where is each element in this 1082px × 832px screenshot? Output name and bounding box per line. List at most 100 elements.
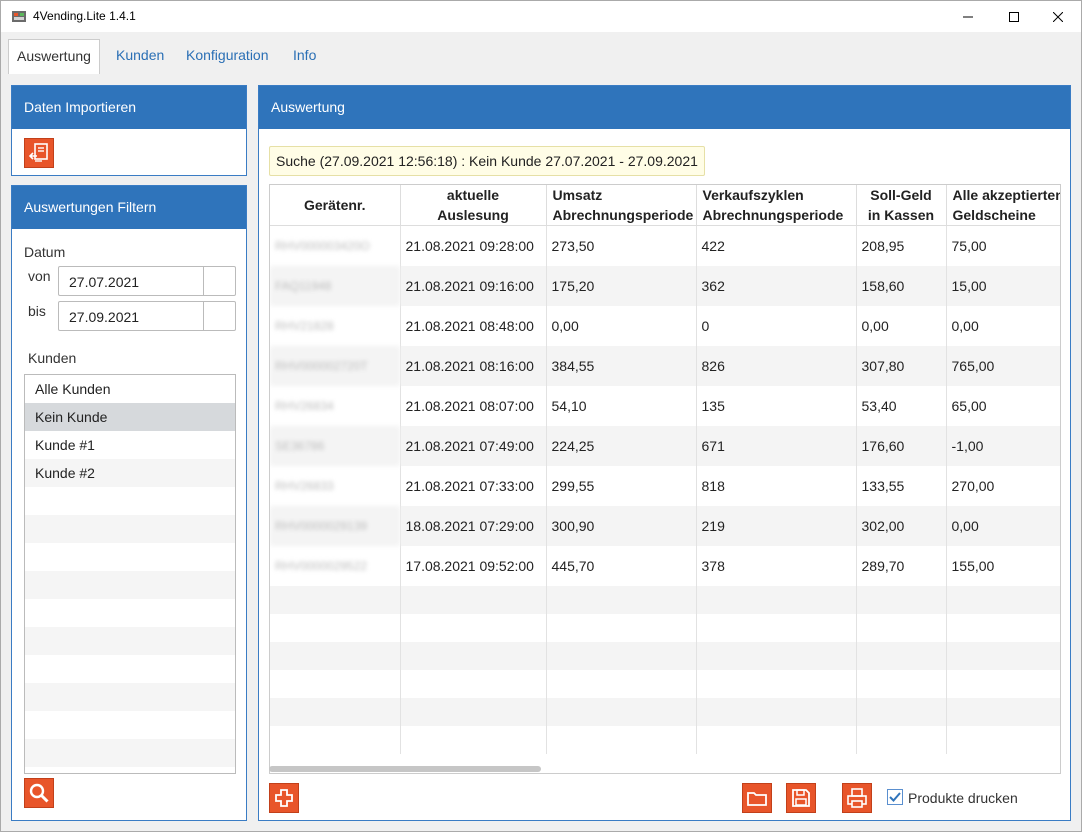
cell-verkaufszyklen: 826 bbox=[696, 345, 857, 386]
app-window: 4Vending.Lite 1.4.1 Auswertung Kunden Ko… bbox=[0, 0, 1082, 832]
cell-umsatz: 299,55 bbox=[546, 465, 697, 506]
empty-list-row bbox=[25, 683, 235, 711]
cell-verkaufszyklen: 818 bbox=[696, 465, 857, 506]
customer-list-item[interactable]: Kunde #1 bbox=[25, 431, 235, 459]
save-button[interactable] bbox=[786, 783, 816, 813]
empty-list-row bbox=[25, 627, 235, 655]
cell-auslesung: 21.08.2021 08:48:00 bbox=[400, 305, 547, 346]
print-button[interactable] bbox=[842, 783, 872, 813]
report-panel-title: Auswertung bbox=[259, 86, 1070, 129]
empty-list-row bbox=[25, 711, 235, 739]
cell-geraetenr: RHV000003420O bbox=[270, 225, 401, 266]
cell-verkaufszyklen: 671 bbox=[696, 425, 857, 466]
cell-soll-geld: 176,60 bbox=[856, 425, 947, 466]
tab-info[interactable]: Info bbox=[285, 39, 324, 74]
empty-cell bbox=[270, 669, 401, 698]
cell-auslesung: 21.08.2021 08:07:00 bbox=[400, 385, 547, 426]
cell-auslesung: 18.08.2021 07:29:00 bbox=[400, 505, 547, 546]
cell-verkaufszyklen: 219 bbox=[696, 505, 857, 546]
cell-geraetenr: RHV21828 bbox=[270, 305, 401, 346]
cell-geraetenr: SE36786 bbox=[270, 425, 401, 466]
minimize-button[interactable] bbox=[945, 1, 991, 32]
empty-cell bbox=[400, 697, 547, 726]
to-date-picker-button[interactable] bbox=[203, 302, 235, 330]
table-row[interactable]: RHV26833 21.08.2021 07:33:00 299,55 818 133,… bbox=[270, 465, 1060, 506]
cell-umsatz: 175,20 bbox=[546, 265, 697, 306]
empty-cell bbox=[546, 613, 697, 642]
title-bar: 4Vending.Lite 1.4.1 bbox=[1, 1, 1081, 32]
maximize-icon bbox=[1009, 11, 1019, 22]
customer-list-item[interactable]: Kunde #2 bbox=[25, 459, 235, 487]
empty-cell bbox=[946, 697, 1060, 726]
cell-umsatz: 445,70 bbox=[546, 545, 697, 586]
import-button[interactable] bbox=[24, 138, 54, 168]
empty-table-row bbox=[270, 725, 1060, 754]
table-row[interactable]: RHV0000029139 18.08.2021 07:29:00 300,90 21… bbox=[270, 505, 1060, 546]
customer-list-item-selected[interactable]: Kein Kunde bbox=[25, 403, 235, 431]
empty-cell bbox=[946, 669, 1060, 698]
column-header-umsatz[interactable]: Umsatz Abrechnungsperiode bbox=[546, 185, 697, 226]
cell-soll-geld: 208,95 bbox=[856, 225, 947, 266]
horizontal-scrollbar[interactable] bbox=[269, 766, 541, 772]
empty-table-row bbox=[270, 697, 1060, 726]
import-panel: Daten Importieren bbox=[11, 85, 247, 176]
report-table[interactable]: Gerätenr. aktuelle Auslesung Umsatz Abrech… bbox=[269, 184, 1061, 774]
cell-geraetenr: RHV0000029522 bbox=[270, 545, 401, 586]
empty-cell bbox=[696, 669, 857, 698]
empty-table-row bbox=[270, 585, 1060, 614]
column-header-soll-geld[interactable]: Soll-Geld in Kassen bbox=[856, 185, 947, 226]
add-button[interactable] bbox=[269, 783, 299, 813]
from-date-field[interactable]: 27.07.2021 bbox=[58, 266, 236, 296]
report-panel: Auswertung Suche (27.09.2021 12:56:18) :… bbox=[258, 85, 1071, 821]
cell-auslesung: 21.08.2021 09:28:00 bbox=[400, 225, 547, 266]
empty-cell bbox=[696, 697, 857, 726]
search-button[interactable] bbox=[24, 778, 54, 808]
search-summary: Suche (27.09.2021 12:56:18) : Kein Kunde… bbox=[269, 146, 705, 176]
table-row[interactable]: RHV0000029522 17.08.2021 09:52:00 445,70 37… bbox=[270, 545, 1060, 586]
empty-cell bbox=[270, 585, 401, 614]
cell-geldscheine: -1,00 bbox=[946, 425, 1060, 466]
customer-list[interactable]: Alle Kunden Kein Kunde Kunde #1 Kunde #2 bbox=[24, 374, 236, 774]
tab-kunden[interactable]: Kunden bbox=[108, 39, 172, 74]
table-row[interactable]: RHV000003420O 21.08.2021 09:28:00 273,50 42… bbox=[270, 225, 1060, 266]
empty-cell bbox=[546, 641, 697, 670]
empty-cell bbox=[696, 641, 857, 670]
tab-konfiguration[interactable]: Konfiguration bbox=[178, 39, 277, 74]
from-date-picker-button[interactable] bbox=[203, 267, 235, 295]
cell-auslesung: 21.08.2021 07:33:00 bbox=[400, 465, 547, 506]
table-row[interactable]: SE36786 21.08.2021 07:49:00 224,25 671 176,6… bbox=[270, 425, 1060, 466]
empty-list-row bbox=[25, 515, 235, 543]
empty-cell bbox=[270, 613, 401, 642]
table-row[interactable]: RHV21828 21.08.2021 08:48:00 0,00 0 0,00 0,00 bbox=[270, 305, 1060, 346]
cell-verkaufszyklen: 135 bbox=[696, 385, 857, 426]
customer-list-item[interactable]: Alle Kunden bbox=[25, 375, 235, 403]
empty-list-row bbox=[25, 571, 235, 599]
column-header-geraetenr[interactable]: Gerätenr. bbox=[270, 185, 401, 226]
tab-auswertung[interactable]: Auswertung bbox=[8, 39, 100, 74]
print-products-checkbox[interactable] bbox=[887, 789, 903, 805]
from-label: von bbox=[28, 268, 51, 284]
empty-cell bbox=[546, 697, 697, 726]
empty-cell bbox=[400, 725, 547, 754]
maximize-button[interactable] bbox=[991, 1, 1037, 32]
empty-cell bbox=[856, 669, 947, 698]
cell-soll-geld: 133,55 bbox=[856, 465, 947, 506]
cell-verkaufszyklen: 362 bbox=[696, 265, 857, 306]
cell-geldscheine: 0,00 bbox=[946, 305, 1060, 346]
table-row[interactable]: RHV26834 21.08.2021 08:07:00 54,10 135 53,40… bbox=[270, 385, 1060, 426]
column-header-geldscheine[interactable]: Alle akzeptierten Geldscheine bbox=[946, 185, 1060, 226]
column-header-aktuelle-auslesung[interactable]: aktuelle Auslesung bbox=[400, 185, 547, 226]
close-button[interactable] bbox=[1035, 1, 1081, 32]
window-title: 4Vending.Lite 1.4.1 bbox=[33, 9, 136, 23]
empty-list-row bbox=[25, 543, 235, 571]
empty-cell bbox=[856, 585, 947, 614]
cell-geraetenr: RHV000002720T bbox=[270, 345, 401, 386]
table-row[interactable]: RHV000002720T 21.08.2021 08:16:00 384,55 82… bbox=[270, 345, 1060, 386]
to-date-field[interactable]: 27.09.2021 bbox=[58, 301, 236, 331]
empty-cell bbox=[946, 641, 1060, 670]
empty-cell bbox=[400, 585, 547, 614]
open-folder-button[interactable] bbox=[742, 783, 772, 813]
column-header-verkaufszyklen[interactable]: Verkaufszyklen Abrechnungsperiode bbox=[696, 185, 857, 226]
cell-soll-geld: 0,00 bbox=[856, 305, 947, 346]
table-row[interactable]: FAQ11948 21.08.2021 09:16:00 175,20 362 158,… bbox=[270, 265, 1060, 306]
